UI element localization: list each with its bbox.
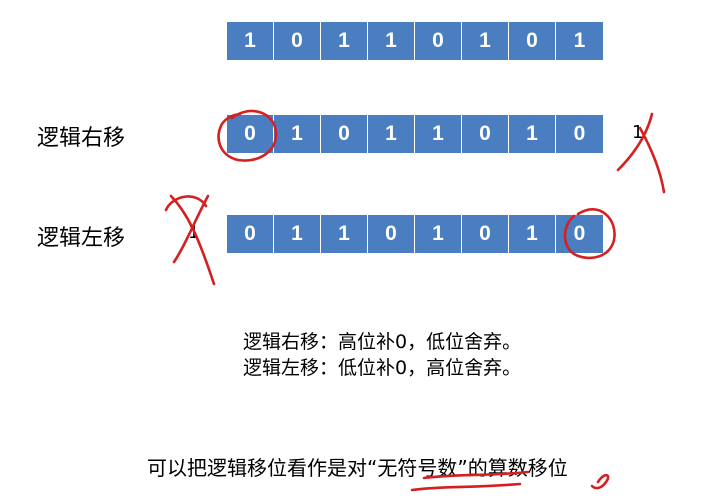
bit-cell: 0 [462, 115, 509, 153]
bit-cell: 1 [227, 22, 274, 60]
summary-sentence: 可以把逻辑移位看作是对“无符号数”的算数移位 [147, 452, 568, 481]
bit-cell: 1 [556, 22, 603, 60]
right-shift-rule: 逻辑右移：高位补0，低位舍弃。 [243, 331, 522, 353]
strike-mark [638, 126, 666, 194]
dropped-low-bit: 1 [632, 122, 644, 143]
bit-cell: 1 [509, 215, 556, 253]
bit-cell: 1 [368, 22, 415, 60]
logical-left-bits-row: 0 1 1 0 1 0 1 0 [227, 215, 603, 253]
scribble-mark [590, 473, 610, 490]
logical-right-bits-row: 0 1 0 1 1 0 1 0 [227, 115, 603, 153]
bit-cell: 0 [274, 22, 321, 60]
bit-cell: 1 [415, 215, 462, 253]
summary-prefix: 可以把逻辑移位看作是对 [147, 456, 367, 480]
bit-cell: 0 [556, 215, 603, 253]
bit-cell: 0 [556, 115, 603, 153]
logical-left-label: 逻辑左移 [37, 226, 126, 251]
bit-cell: 1 [462, 22, 509, 60]
summary-emphasis: “无符号数” [367, 456, 468, 480]
logical-right-label: 逻辑右移 [37, 126, 126, 151]
bit-cell: 1 [368, 115, 415, 153]
bit-cell: 0 [227, 115, 274, 153]
bit-cell: 0 [509, 22, 556, 60]
dropped-high-bit: 1 [188, 222, 200, 243]
bit-cell: 0 [368, 215, 415, 253]
bit-cell: 0 [321, 115, 368, 153]
bit-cell: 1 [321, 215, 368, 253]
bit-cell: 0 [462, 215, 509, 253]
original-bits-row: 1 0 1 1 0 1 0 1 [227, 22, 603, 60]
bit-cell: 1 [321, 22, 368, 60]
bit-cell: 1 [274, 215, 321, 253]
circle-mark [164, 195, 208, 212]
underline-mark [410, 482, 522, 492]
summary-suffix: 的算数移位 [467, 456, 568, 480]
bit-cell: 0 [227, 215, 274, 253]
left-shift-rule: 逻辑左移：低位补0，高位舍弃。 [243, 357, 522, 379]
bit-cell: 0 [415, 22, 462, 60]
bit-cell: 1 [415, 115, 462, 153]
bit-cell: 1 [274, 115, 321, 153]
bit-cell: 1 [509, 115, 556, 153]
